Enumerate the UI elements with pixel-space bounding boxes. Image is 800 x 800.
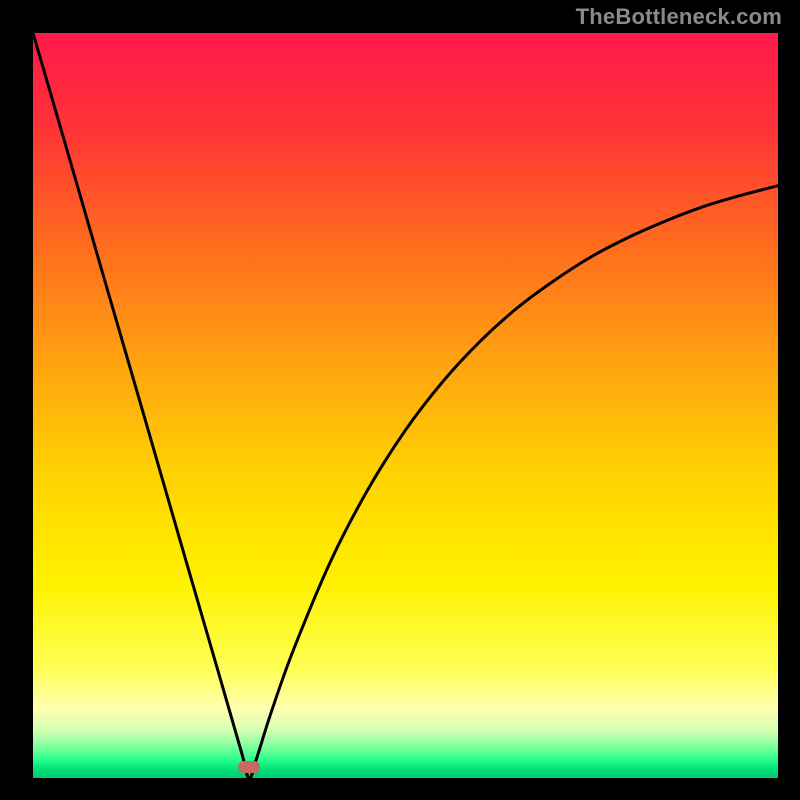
plot-area <box>33 33 778 778</box>
bottleneck-curve <box>33 33 778 778</box>
ideal-point-marker <box>238 761 260 773</box>
chart-frame: TheBottleneck.com <box>0 0 800 800</box>
watermark-text: TheBottleneck.com <box>576 4 782 30</box>
